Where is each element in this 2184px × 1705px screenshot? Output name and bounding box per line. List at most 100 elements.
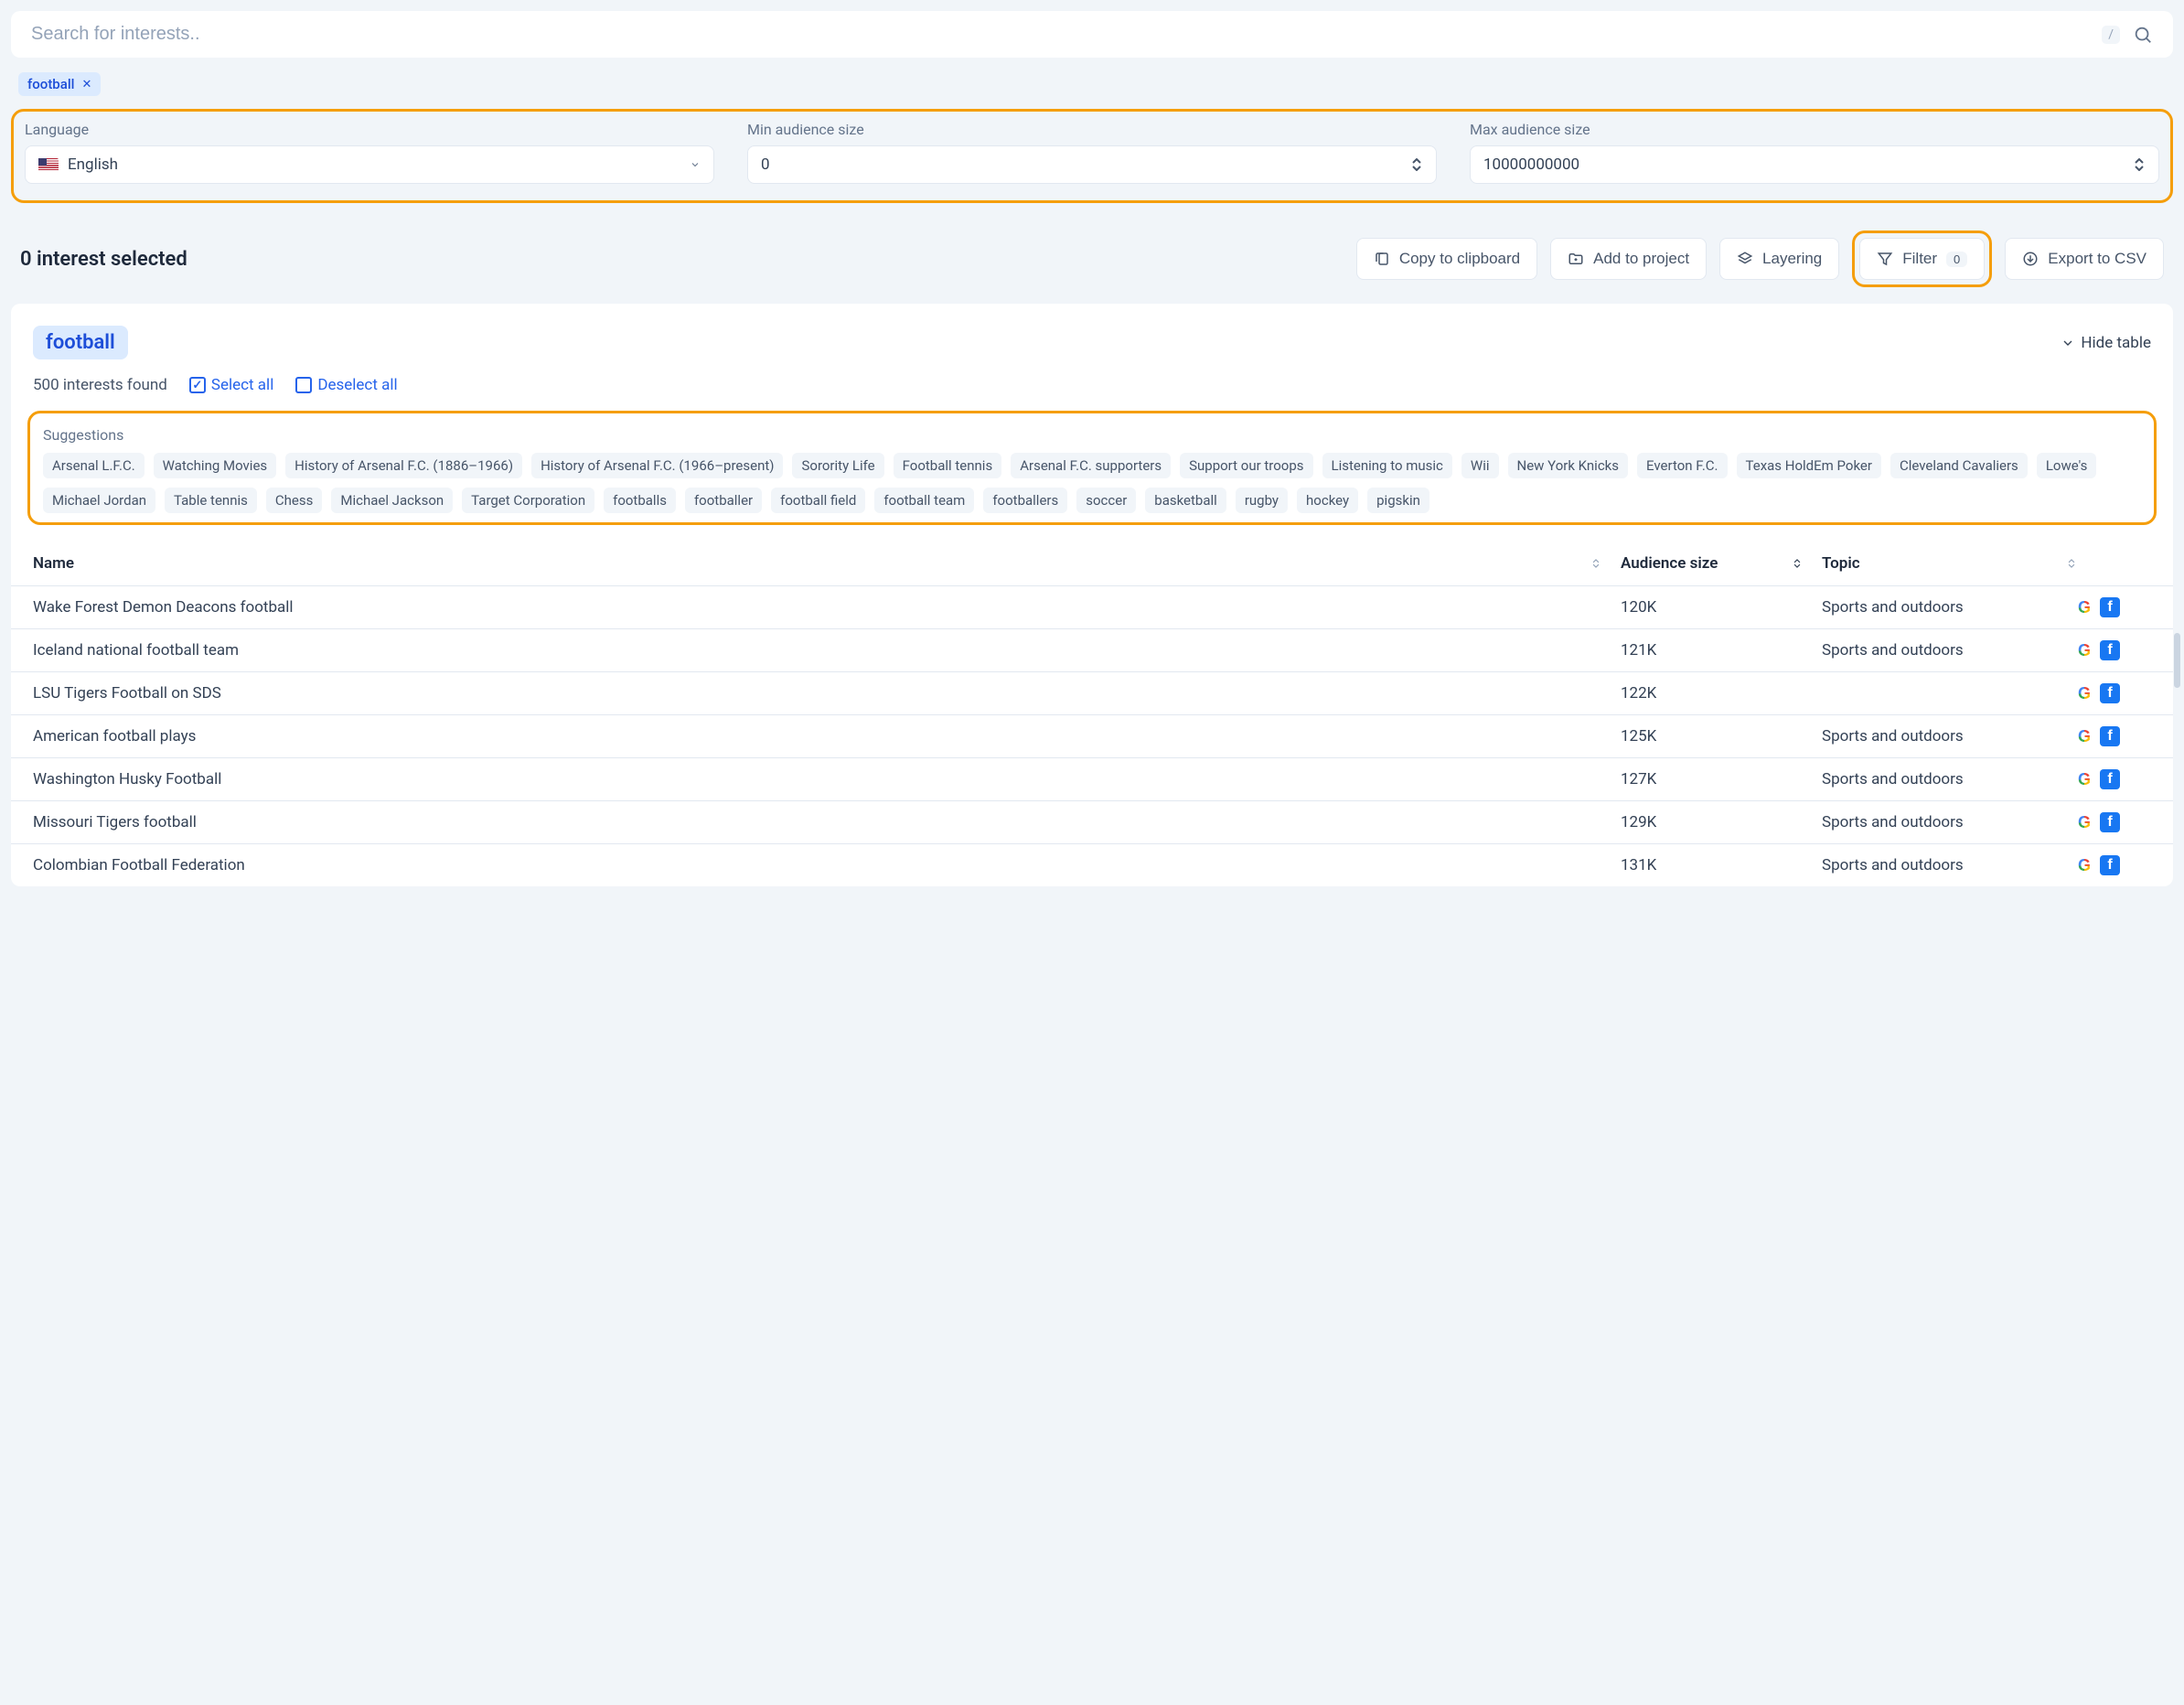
hide-table-toggle[interactable]: Hide table — [2061, 334, 2151, 352]
row-audience: 122K — [1621, 684, 1656, 702]
suggestion-chip[interactable]: footballer — [685, 488, 762, 513]
google-icon[interactable]: G — [2078, 684, 2091, 703]
stepper-icon[interactable] — [2135, 157, 2146, 172]
suggestion-chip[interactable]: Michael Jackson — [331, 488, 453, 513]
facebook-icon[interactable]: f — [2100, 683, 2120, 703]
facebook-icon[interactable]: f — [2100, 855, 2120, 875]
min-audience-value: 0 — [761, 155, 770, 174]
col-name-header[interactable]: Name — [33, 554, 74, 573]
table-row[interactable]: Wake Forest Demon Deacons football120KSp… — [11, 585, 2173, 628]
filter-button-highlight: Filter 0 — [1852, 231, 1992, 287]
filters-panel: Language English Min audience size 0 Max… — [11, 109, 2173, 203]
checkbox-empty-icon — [295, 377, 312, 393]
search-input[interactable] — [31, 24, 2102, 45]
chip-label: football — [27, 76, 74, 92]
suggestion-chip[interactable]: basketball — [1145, 488, 1226, 513]
suggestion-chip[interactable]: rugby — [1236, 488, 1288, 513]
row-name: Missouri Tigers football — [33, 813, 197, 831]
language-label: Language — [25, 121, 714, 138]
row-audience: 121K — [1621, 641, 1656, 659]
suggestion-chip[interactable]: footballs — [604, 488, 676, 513]
suggestion-chip[interactable]: Wii — [1461, 453, 1499, 478]
interests-found-label: 500 interests found — [33, 376, 167, 394]
google-icon[interactable]: G — [2078, 727, 2091, 746]
row-audience: 131K — [1621, 856, 1656, 874]
facebook-icon[interactable]: f — [2100, 597, 2120, 617]
add-to-project-button[interactable]: Add to project — [1550, 238, 1707, 280]
table-row[interactable]: LSU Tigers Football on SDS122KGf — [11, 671, 2173, 714]
sort-icon[interactable] — [1590, 557, 1602, 570]
layers-icon — [1737, 251, 1753, 267]
suggestion-chip[interactable]: soccer — [1076, 488, 1136, 513]
table-row[interactable]: Colombian Football Federation131KSports … — [11, 843, 2173, 886]
google-icon[interactable]: G — [2078, 856, 2091, 875]
suggestion-chip[interactable]: football team — [874, 488, 974, 513]
stepper-icon[interactable] — [1412, 157, 1423, 172]
download-icon — [2022, 251, 2039, 267]
suggestion-chip[interactable]: History of Arsenal F.C. (1966–present) — [531, 453, 783, 478]
suggestion-chip[interactable]: Table tennis — [165, 488, 257, 513]
layering-button[interactable]: Layering — [1719, 238, 1839, 280]
filter-button[interactable]: Filter 0 — [1859, 238, 1985, 280]
col-audience-header[interactable]: Audience size — [1621, 554, 1718, 573]
table-row[interactable]: American football plays125KSports and ou… — [11, 714, 2173, 757]
suggestion-chip[interactable]: footballers — [983, 488, 1067, 513]
chevron-down-icon — [690, 159, 701, 170]
suggestion-chip[interactable]: Sorority Life — [792, 453, 883, 478]
facebook-icon[interactable]: f — [2100, 640, 2120, 660]
suggestion-chip[interactable]: Target Corporation — [462, 488, 594, 513]
deselect-all-link[interactable]: Deselect all — [295, 376, 397, 394]
google-icon[interactable]: G — [2078, 813, 2091, 832]
min-audience-input[interactable]: 0 — [747, 145, 1437, 184]
google-icon[interactable]: G — [2078, 641, 2091, 660]
row-topic: Sports and outdoors — [1822, 641, 1964, 659]
suggestion-chip[interactable]: Arsenal L.F.C. — [43, 453, 145, 478]
row-audience: 120K — [1621, 598, 1656, 617]
suggestion-chip[interactable]: Lowe's — [2037, 453, 2097, 478]
chevron-down-icon — [2061, 336, 2075, 350]
col-topic-header[interactable]: Topic — [1822, 554, 1860, 573]
table-row[interactable]: Iceland national football team 121K Sports… — [11, 628, 2173, 671]
suggestion-chip[interactable]: Support our troops — [1180, 453, 1312, 478]
search-chip-football[interactable]: football ✕ — [18, 72, 101, 96]
google-icon[interactable]: G — [2078, 598, 2091, 617]
table-row[interactable]: Washington Husky Football127KSports and … — [11, 757, 2173, 800]
chip-remove-icon[interactable]: ✕ — [81, 78, 91, 91]
filter-count-badge: 0 — [1946, 252, 1967, 267]
suggestion-chip[interactable]: Football tennis — [894, 453, 1002, 478]
suggestion-chip[interactable]: pigskin — [1367, 488, 1429, 513]
suggestion-chip[interactable]: New York Knicks — [1508, 453, 1629, 478]
copy-to-clipboard-button[interactable]: Copy to clipboard — [1356, 238, 1537, 280]
sort-icon[interactable] — [1791, 557, 1804, 570]
facebook-icon[interactable]: f — [2100, 812, 2120, 832]
suggestion-chip[interactable]: Michael Jordan — [43, 488, 155, 513]
suggestion-chip[interactable]: hockey — [1297, 488, 1358, 513]
language-select[interactable]: English — [25, 145, 714, 184]
suggestion-chip[interactable]: Chess — [266, 488, 322, 513]
suggestion-chip[interactable]: football field — [771, 488, 865, 513]
facebook-icon[interactable]: f — [2100, 726, 2120, 746]
search-icon[interactable] — [2133, 25, 2153, 45]
select-all-link[interactable]: Select all — [189, 376, 273, 394]
suggestion-chip[interactable]: Listening to music — [1322, 453, 1452, 478]
table-row[interactable]: Missouri Tigers football129KSports and o… — [11, 800, 2173, 843]
folder-plus-icon — [1568, 251, 1584, 267]
suggestion-chip[interactable]: Cleveland Cavaliers — [1890, 453, 2028, 478]
export-csv-button[interactable]: Export to CSV — [2005, 238, 2164, 280]
max-audience-input[interactable]: 10000000000 — [1470, 145, 2159, 184]
row-audience: 127K — [1621, 770, 1656, 788]
filter-icon — [1877, 251, 1893, 267]
suggestion-chip[interactable]: History of Arsenal F.C. (1886–1966) — [285, 453, 522, 478]
row-name: Iceland national football team — [33, 641, 239, 659]
sort-icon[interactable] — [2065, 557, 2078, 570]
scrollbar[interactable] — [2174, 633, 2180, 688]
suggestion-chip[interactable]: Texas HoldEm Poker — [1737, 453, 1881, 478]
suggestion-chip[interactable]: Watching Movies — [154, 453, 276, 478]
row-topic: Sports and outdoors — [1822, 813, 1964, 831]
facebook-icon[interactable]: f — [2100, 769, 2120, 789]
google-icon[interactable]: G — [2078, 770, 2091, 789]
suggestion-chip[interactable]: Everton F.C. — [1637, 453, 1727, 478]
suggestion-chip[interactable]: Arsenal F.C. supporters — [1011, 453, 1171, 478]
suggestions-panel: Suggestions Arsenal L.F.C.Watching Movie… — [27, 411, 2157, 525]
row-name: Wake Forest Demon Deacons football — [33, 598, 294, 617]
